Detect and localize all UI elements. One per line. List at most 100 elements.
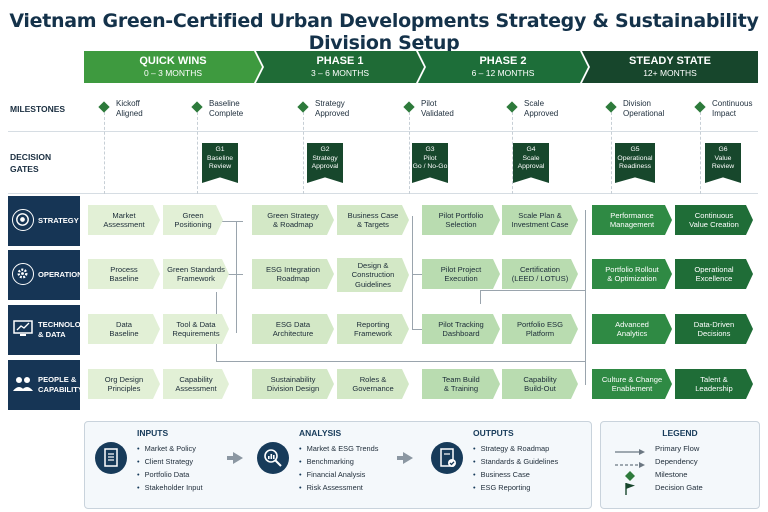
phase-quick-wins: QUICK WINS 0 – 3 MONTHS	[84, 51, 262, 83]
list-item: Business Case	[473, 468, 558, 481]
phase-2: PHASE 2 6 – 12 MONTHS	[418, 51, 588, 83]
flow-connector	[585, 210, 586, 385]
people-icon	[12, 373, 34, 395]
stream-label: STRATEGY	[38, 216, 79, 225]
stream-label: TECHNOLOGY & DATA	[38, 320, 92, 339]
milestone-diamond-icon	[191, 101, 203, 113]
milestone-diamond-icon	[506, 101, 518, 113]
activity-sustainability-division-design: Sustainability Division Design	[252, 369, 334, 399]
inputs-analysis-outputs-panel: INPUTS Market & Policy Client Strategy P…	[84, 421, 592, 509]
flow-arrow-icon	[227, 452, 243, 464]
activity-green-positioning: Green Positioning	[163, 205, 223, 235]
activity-capability-assessment: Capability Assessment	[163, 369, 229, 399]
magnifier-chart-icon	[257, 442, 289, 474]
analysis-title: ANALYSIS	[299, 428, 342, 438]
list-item: Client Strategy	[137, 455, 203, 468]
gate-g3: G3 Pilot Go / No-Go	[412, 143, 448, 183]
phase-duration: 3 – 6 MONTHS	[310, 68, 370, 78]
activity-culture-change: Culture & Change Enablement	[592, 369, 672, 399]
activity-portfolio-esg-platform: Portfolio ESG Platform	[502, 314, 578, 344]
monitor-chart-icon	[12, 318, 34, 340]
flow-connector	[412, 216, 413, 330]
phase-name: PHASE 1	[316, 55, 364, 67]
gate-g4: G4 Scale Approval	[513, 143, 549, 183]
outputs-title: OUTPUTS	[473, 428, 514, 438]
phase-duration: 12+ MONTHS	[643, 68, 697, 78]
activity-org-design-principles: Org Design Principles	[88, 369, 160, 399]
diamond-icon	[625, 471, 635, 481]
activity-market-assessment: Market Assessment	[88, 205, 160, 235]
list-item: Standards & Guidelines	[473, 455, 559, 468]
stream-technology-data: TECHNOLOGY & DATA	[8, 305, 92, 355]
dashed-arrow-icon	[615, 462, 645, 468]
list-item: Stakeholder Input	[137, 481, 203, 494]
phase-name: PHASE 2	[479, 55, 527, 67]
timeline-guide	[700, 112, 701, 194]
row-label-milestones: MILESTONES	[10, 104, 66, 114]
flag-icon	[625, 483, 635, 495]
flow-connector	[480, 290, 481, 304]
legend-title: LEGEND	[662, 428, 698, 438]
gate-g1: G1 Baseline Review	[202, 143, 238, 183]
stream-people-capability: PEOPLE & CAPABILITY	[8, 360, 83, 410]
document-check-icon	[431, 442, 463, 474]
flow-connector	[216, 361, 586, 362]
activity-scale-plan-investment: Scale Plan & Investment Case	[502, 205, 578, 235]
gate-g5: G5 Operational Readiness	[615, 143, 655, 183]
milestone-diamond-icon	[403, 101, 415, 113]
timeline-guide	[611, 112, 612, 194]
milestone-diamond-icon	[694, 101, 706, 113]
stream-label: PEOPLE & CAPABILITY	[38, 375, 83, 394]
flow-connector	[221, 221, 243, 222]
phase-name: QUICK WINS	[139, 55, 207, 67]
timeline-guide	[197, 112, 198, 194]
flow-arrow-icon	[397, 452, 413, 464]
activity-esg-integration-roadmap: ESG Integration Roadmap	[252, 259, 334, 289]
activity-esg-data-architecture: ESG Data Architecture	[252, 314, 334, 344]
phase-1: PHASE 1 3 – 6 MONTHS	[256, 51, 424, 83]
row-label-decision: DECISION	[10, 152, 52, 162]
activity-data-baseline: Data Baseline	[88, 314, 160, 344]
timeline-guide	[409, 112, 410, 194]
activity-pilot-project-execution: Pilot Project Execution	[422, 259, 500, 289]
activity-reporting-framework: Reporting Framework	[337, 314, 409, 344]
solid-arrow-icon	[615, 449, 645, 455]
activity-team-build-training: Team Build & Training	[422, 369, 500, 399]
milestone-diamond-icon	[605, 101, 617, 113]
activity-green-strategy-roadmap: Green Strategy & Roadmap	[252, 205, 334, 235]
activity-green-standards-framework: Green Standards Framework	[163, 259, 229, 289]
document-list-icon	[95, 442, 127, 474]
list-item: Market & Policy	[137, 442, 203, 455]
timeline-guide	[303, 112, 304, 194]
outputs-list: Strategy & Roadmap Standards & Guideline…	[473, 442, 559, 494]
activity-advanced-analytics: Advanced Analytics	[592, 314, 672, 344]
activity-portfolio-rollout: Portfolio Rollout & Optimization	[592, 259, 672, 289]
stream-label: OPERATIONS	[38, 270, 88, 279]
activity-roles-governance: Roles & Governance	[337, 369, 409, 399]
list-item: Risk Assessment	[299, 481, 378, 494]
divider-line	[8, 193, 758, 194]
gate-g6: G6 Value Review	[705, 143, 741, 183]
activity-capability-build-out: Capability Build-Out	[502, 369, 578, 399]
timeline-guide	[104, 112, 105, 194]
analysis-list: Market & ESG Trends Benchmarking Financi…	[299, 442, 379, 494]
activity-tool-data-requirements: Tool & Data Requirements	[163, 314, 229, 344]
page-title: Vietnam Green-Certified Urban Developmen…	[9, 10, 759, 54]
timeline-guide	[512, 112, 513, 194]
phase-duration: 6 – 12 MONTHS	[471, 68, 535, 78]
flow-connector	[412, 329, 422, 330]
inputs-list: Market & Policy Client Strategy Portfoli…	[137, 442, 203, 494]
activity-performance-management: Performance Management	[592, 205, 672, 235]
activity-data-driven-decisions: Data-Driven Decisions	[675, 314, 753, 344]
flow-connector	[480, 290, 586, 291]
activity-operational-excellence: Operational Excellence	[675, 259, 753, 289]
list-item: ESG Reporting	[473, 481, 558, 494]
gear-icon	[12, 263, 34, 285]
list-item: Portfolio Data	[137, 468, 203, 481]
activity-pilot-portfolio-selection: Pilot Portfolio Selection	[422, 205, 500, 235]
phase-duration: 0 – 3 MONTHS	[143, 68, 203, 78]
flow-connector	[236, 221, 237, 333]
activity-design-construction-guidelines: Design & Construction Guidelines	[337, 258, 409, 292]
legend-panel: LEGEND Primary Flow Dependency Milestone…	[600, 421, 760, 509]
flow-connector	[412, 274, 422, 275]
